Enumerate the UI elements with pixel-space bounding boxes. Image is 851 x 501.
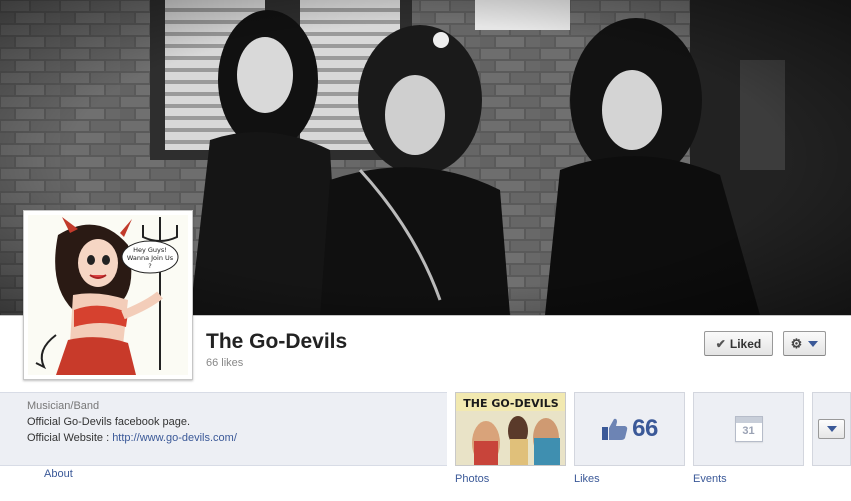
chevron-down-icon: [808, 340, 819, 347]
liked-button[interactable]: ✔ Liked: [704, 331, 773, 356]
photos-app-tile[interactable]: THE GO-DEVILS: [455, 392, 566, 466]
about-summary-box: Musician/Band Official Go-Devils faceboo…: [0, 392, 447, 466]
events-app-tile[interactable]: 31: [693, 392, 804, 466]
page-title[interactable]: The Go-Devils: [206, 330, 347, 354]
photos-tile-label[interactable]: Photos: [455, 473, 489, 485]
more-apps-tile: [812, 392, 851, 466]
thumbs-up-icon: [602, 418, 628, 440]
website-line: Official Website : http://www.go-devils.…: [27, 430, 447, 446]
calendar-icon: 31: [734, 416, 763, 442]
website-link[interactable]: http://www.go-devils.com/: [112, 432, 237, 444]
likes-tile-count: 66: [632, 415, 658, 442]
check-icon: ✔: [715, 336, 726, 351]
calendar-day: 31: [742, 425, 755, 437]
page-category: Musician/Band: [27, 400, 100, 412]
photos-thumbnail: THE GO-DEVILS: [456, 393, 565, 465]
likes-count-text: 66 likes: [206, 357, 244, 369]
gear-icon: ⚙: [790, 335, 803, 351]
events-tile-label[interactable]: Events: [693, 473, 727, 485]
speech-line-3: ?: [148, 262, 151, 270]
chevron-down-icon: [826, 426, 837, 432]
liked-label: Liked: [729, 336, 762, 351]
profile-picture[interactable]: Hey Guys! Wanna Join Us ?: [23, 210, 193, 380]
likes-tile-label[interactable]: Likes: [574, 473, 600, 485]
speech-line-1: Hey Guys!: [133, 246, 167, 254]
website-prefix: Official Website :: [27, 432, 113, 444]
page-settings-button[interactable]: ⚙: [783, 331, 826, 356]
devil-illustration: Hey Guys! Wanna Join Us ?: [28, 215, 188, 375]
likes-app-tile[interactable]: 66: [574, 392, 685, 466]
speech-line-2: Wanna Join Us: [127, 254, 174, 262]
expand-apps-button[interactable]: [818, 419, 845, 439]
about-link[interactable]: About: [44, 468, 73, 480]
photos-banner-text: THE GO-DEVILS: [463, 397, 558, 410]
about-description: Official Go-Devils facebook page.: [27, 416, 191, 428]
